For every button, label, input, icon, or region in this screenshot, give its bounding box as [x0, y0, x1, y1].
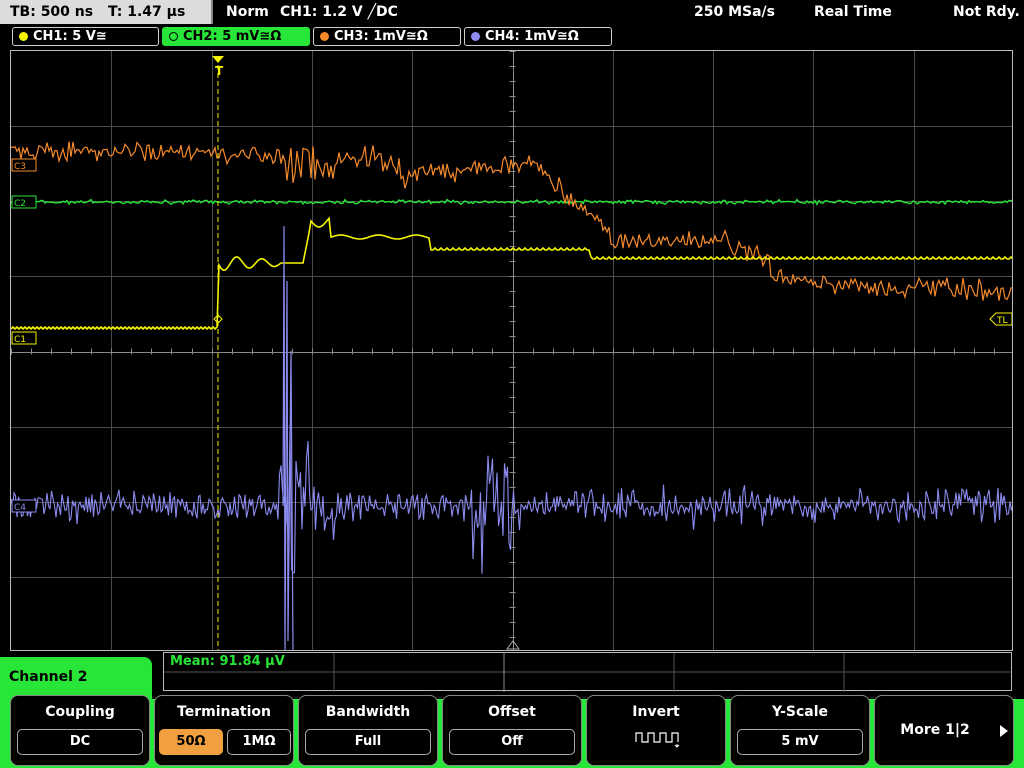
offset-value-button[interactable]: Off [449, 729, 575, 755]
ch4-tab-label: CH4: 1mV≅Ω [485, 29, 579, 44]
termination-50-button[interactable]: 50Ω [159, 729, 223, 755]
bandwidth-label: Bandwidth [325, 704, 411, 720]
yscale-softkey[interactable]: Y-Scale 5 mV [730, 695, 870, 766]
trigger-position-icon [212, 56, 224, 63]
marker-overlay: T C3 C2 C1 C4 TL [11, 56, 1012, 650]
ch1-marker-label: C1 [14, 335, 26, 345]
ch3-marker: C3 [11, 158, 37, 172]
trigger-level-marker: TL [989, 312, 1012, 326]
ch3-marker-label: C3 [14, 162, 26, 172]
timebase-value: TB: 500 ns [10, 4, 94, 20]
termination-label: Termination [177, 704, 271, 720]
offset-softkey[interactable]: Offset Off [442, 695, 582, 766]
measurement-mean: Mean: 91.84 µV [170, 654, 285, 669]
sample-rate: 250 MSa/s [694, 4, 776, 20]
tab-ch1[interactable]: CH1: 5 V≅ [12, 27, 159, 46]
timebase-box[interactable]: TB: 500 ns T: 1.47 µs [0, 0, 213, 24]
ch1-trace [11, 216, 1012, 331]
coupling-label: Coupling [45, 704, 115, 720]
ch4-dot-icon [471, 32, 480, 41]
coupling-softkey[interactable]: Coupling DC [10, 695, 150, 766]
bandwidth-value-button[interactable]: Full [305, 729, 431, 755]
menu-title: Channel 2 [0, 657, 152, 699]
bandwidth-softkey[interactable]: Bandwidth Full [298, 695, 438, 766]
invert-softkey[interactable]: Invert [586, 695, 726, 766]
yscale-value-button[interactable]: 5 mV [737, 729, 863, 755]
ch2-marker-label: C2 [14, 199, 26, 209]
graticule-grid [11, 51, 1012, 650]
measurement-grid [164, 653, 1013, 692]
tab-ch2[interactable]: CH2: 5 mV≅Ω [162, 27, 310, 46]
ch2-tab-label: CH2: 5 mV≅Ω [183, 29, 282, 44]
trigger-level-label: TL [996, 316, 1008, 326]
trigger-status: Not Rdy. [953, 4, 1020, 20]
termination-softkey[interactable]: Termination 50Ω 1MΩ [154, 695, 294, 766]
trigger-mode[interactable]: Norm [226, 0, 269, 24]
offset-label: Offset [488, 704, 536, 720]
waveform-canvas: T C3 C2 C1 C4 TL [11, 51, 1012, 650]
trigger-time-value: T: 1.47 µs [107, 4, 186, 20]
trigger-source[interactable]: CH1: 1.2 V ╱DC [280, 0, 398, 24]
tab-ch3[interactable]: CH3: 1mV≅Ω [313, 27, 461, 46]
more-softkey[interactable]: More 1|2 [874, 695, 1014, 766]
ch2-marker: C2 [11, 195, 37, 209]
ch3-dot-icon [320, 32, 329, 41]
ch2-dot-icon [169, 32, 178, 41]
status-bar: TB: 500 ns T: 1.47 µs Norm CH1: 1.2 V ╱D… [0, 0, 1024, 26]
coupling-value-button[interactable]: DC [17, 729, 143, 755]
invert-waveform-icon [635, 732, 680, 748]
ch4-marker-label: C4 [14, 503, 26, 513]
more-label: More 1|2 [900, 722, 970, 738]
invert-label: Invert [632, 704, 680, 720]
ch4-trace [11, 424, 1012, 574]
tab-ch4[interactable]: CH4: 1mV≅Ω [464, 27, 612, 46]
waveform-traces [11, 141, 1012, 650]
measurement-bar[interactable]: Mean: 91.84 µV [163, 652, 1013, 692]
ch1-tab-label: CH1: 5 V≅ [33, 29, 107, 44]
next-page-icon [1000, 725, 1008, 737]
yscale-label: Y-Scale [771, 704, 828, 720]
ch1-dot-icon [19, 32, 28, 41]
ch4-marker: C4 [11, 499, 37, 513]
ch4-spike [282, 225, 294, 650]
ch3-tab-label: CH3: 1mV≅Ω [334, 29, 428, 44]
acquisition-mode: Real Time [814, 4, 892, 20]
termination-1m-button[interactable]: 1MΩ [227, 729, 291, 755]
ch1-marker: C1 [11, 331, 37, 345]
trigger-t-icon: T [215, 64, 224, 78]
waveform-display[interactable]: T C3 C2 C1 C4 TL [10, 50, 1013, 651]
